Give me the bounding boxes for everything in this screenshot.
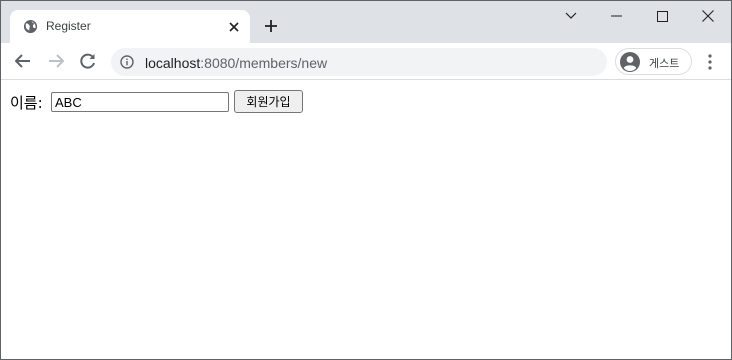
maximize-icon [656, 10, 668, 22]
tab-register[interactable]: Register [10, 10, 250, 43]
tab-title: Register [46, 19, 91, 33]
url-host: localhost [145, 55, 201, 71]
minimize-icon [610, 15, 622, 17]
close-window-button[interactable] [685, 1, 731, 31]
minimize-button[interactable] [593, 1, 639, 31]
arrow-left-icon[interactable] [13, 51, 33, 71]
globe-icon [23, 19, 38, 34]
url-text: localhost:8080/members/new [145, 55, 327, 71]
more-vert-icon[interactable] [702, 52, 718, 72]
avatar-icon [620, 52, 640, 72]
reload-icon[interactable] [78, 51, 98, 71]
tab-search-button[interactable] [548, 1, 594, 31]
url-path: :8080/members/new [200, 55, 328, 71]
info-icon[interactable] [120, 55, 134, 69]
arrow-right-icon[interactable] [46, 51, 66, 71]
name-label: 이름: [10, 94, 43, 112]
maximize-button[interactable] [639, 1, 685, 31]
browser-toolbar: localhost:8080/members/new 게스트 [1, 43, 731, 80]
name-input[interactable] [51, 92, 229, 112]
register-button[interactable]: 회원가입 [234, 90, 303, 113]
tab-strip: Register [1, 1, 731, 43]
chevron-down-icon [565, 12, 577, 19]
profile-button[interactable]: 게스트 [615, 48, 692, 75]
address-bar[interactable]: localhost:8080/members/new [111, 48, 607, 76]
page-content: 이름: 회원가입 [1, 81, 731, 359]
profile-label: 게스트 [649, 57, 680, 70]
browser-window: Register localhost:8080/members/new 게스트 … [0, 0, 732, 360]
plus-icon[interactable] [263, 18, 279, 34]
close-icon[interactable] [226, 19, 242, 35]
close-window-icon [702, 10, 714, 22]
